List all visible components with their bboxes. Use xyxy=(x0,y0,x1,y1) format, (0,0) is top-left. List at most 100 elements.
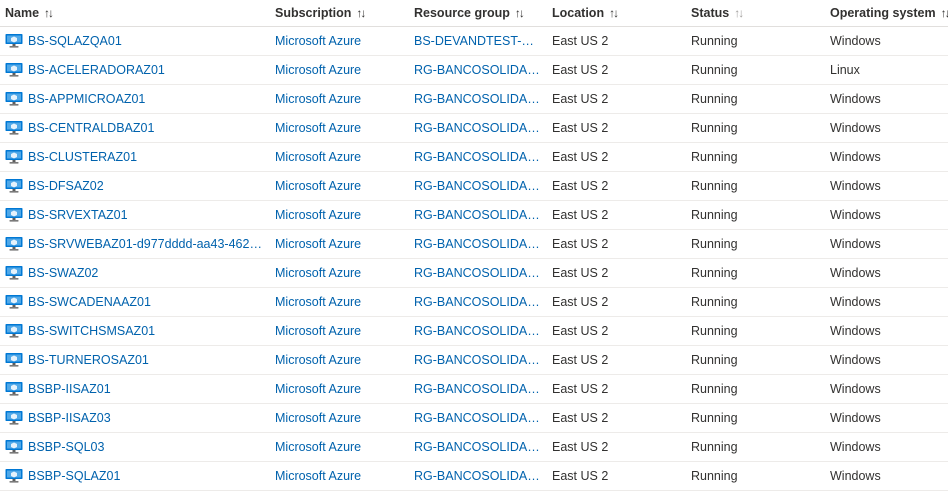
sort-icon[interactable]: ↑↓ xyxy=(609,6,619,20)
table-row[interactable]: BS-SWAZ02 Microsoft Azure RG-BANCOSOLIDA… xyxy=(0,259,948,288)
status-cell: Running xyxy=(691,433,823,461)
vm-name-link[interactable]: BS-ACELERADORAZ01 xyxy=(28,63,165,77)
table-row[interactable]: BSBP-SQLAZ01 Microsoft Azure RG-BANCOSOL… xyxy=(0,462,948,491)
resource-group-link[interactable]: RG-BANCOSOLIDARIO xyxy=(414,353,540,367)
subscription-link[interactable]: Microsoft Azure xyxy=(275,469,361,483)
sort-icon[interactable]: ↑↓ xyxy=(44,6,54,20)
subscription-link[interactable]: Microsoft Azure xyxy=(275,266,361,280)
vm-name-link[interactable]: BS-TURNEROSAZ01 xyxy=(28,353,149,367)
vm-name-link[interactable]: BS-SQLAZQA01 xyxy=(28,34,122,48)
table-row[interactable]: BS-SRVEXTAZ01 Microsoft Azure RG-BANCOSO… xyxy=(0,201,948,230)
subscription-link[interactable]: Microsoft Azure xyxy=(275,179,361,193)
status-text: Running xyxy=(691,469,738,483)
table-row[interactable]: BS-ACELERADORAZ01 Microsoft Azure RG-BAN… xyxy=(0,56,948,85)
sort-icon[interactable]: ↑↓ xyxy=(356,6,366,20)
location-cell: East US 2 xyxy=(552,201,684,229)
table-row[interactable]: BS-SQLAZQA01 Microsoft Azure BS-DEVANDTE… xyxy=(0,27,948,56)
os-cell: Windows xyxy=(830,288,948,316)
table-row[interactable]: BSBP-IISAZ01 Microsoft Azure RG-BANCOSOL… xyxy=(0,375,948,404)
sort-icon[interactable]: ↑↓ xyxy=(941,6,948,20)
subscription-link[interactable]: Microsoft Azure xyxy=(275,208,361,222)
resource-group-link[interactable]: RG-BANCOSOLIDARIO xyxy=(414,237,540,251)
resource-group-link[interactable]: RG-BANCOSOLIDARIO xyxy=(414,92,540,106)
resource-group-cell: BS-DEVANDTEST-BS-S... xyxy=(414,27,546,55)
table-row[interactable]: BS-APPMICROAZ01 Microsoft Azure RG-BANCO… xyxy=(0,85,948,114)
vm-name-link[interactable]: BSBP-SQL03 xyxy=(28,440,104,454)
vm-name-link[interactable]: BS-APPMICROAZ01 xyxy=(28,92,145,106)
resource-group-link[interactable]: RG-BANCOSOLIDARIO xyxy=(414,469,540,483)
subscription-cell: Microsoft Azure xyxy=(275,259,407,287)
table-row[interactable]: BS-SRVWEBAZ01-d977dddd-aa43-4621-a94... … xyxy=(0,230,948,259)
table-row[interactable]: BS-DFSAZ02 Microsoft Azure RG-BANCOSOLID… xyxy=(0,172,948,201)
subscription-link[interactable]: Microsoft Azure xyxy=(275,440,361,454)
resource-group-link[interactable]: RG-BANCOSOLIDARIO xyxy=(414,150,540,164)
resource-group-link[interactable]: RG-BANCOSOLIDARIO xyxy=(414,440,540,454)
resource-group-cell: RG-BANCOSOLIDARIO xyxy=(414,288,546,316)
column-header-status[interactable]: Status ↑↓ xyxy=(691,0,823,26)
os-text: Windows xyxy=(830,150,881,164)
subscription-link[interactable]: Microsoft Azure xyxy=(275,121,361,135)
subscription-link[interactable]: Microsoft Azure xyxy=(275,411,361,425)
vm-name-link[interactable]: BSBP-IISAZ03 xyxy=(28,411,111,425)
os-cell: Windows xyxy=(830,375,948,403)
resource-group-link[interactable]: RG-BANCOSOLIDARIO xyxy=(414,208,540,222)
resource-group-link[interactable]: RG-BANCOSOLIDARIO xyxy=(414,411,540,425)
location-cell: East US 2 xyxy=(552,288,684,316)
sort-icon[interactable]: ↑↓ xyxy=(515,6,525,20)
column-header-location[interactable]: Location ↑↓ xyxy=(552,0,684,26)
vm-name-link[interactable]: BS-SWITCHSMSAZ01 xyxy=(28,324,155,338)
vm-name-link[interactable]: BS-SRVWEBAZ01-d977dddd-aa43-4621-a94... xyxy=(28,237,268,251)
subscription-link[interactable]: Microsoft Azure xyxy=(275,324,361,338)
vm-name-link[interactable]: BS-CENTRALDBAZ01 xyxy=(28,121,154,135)
vm-name-link[interactable]: BSBP-SQLAZ01 xyxy=(28,469,120,483)
resource-group-link[interactable]: RG-BANCOSOLIDARIO xyxy=(414,266,540,280)
table-row[interactable]: BS-SWITCHSMSAZ01 Microsoft Azure RG-BANC… xyxy=(0,317,948,346)
status-cell: Running xyxy=(691,259,823,287)
status-text: Running xyxy=(691,266,738,280)
column-header-name[interactable]: Name ↑↓ xyxy=(5,0,269,26)
os-text: Windows xyxy=(830,411,881,425)
resource-group-link[interactable]: RG-BANCOSOLIDARIO xyxy=(414,179,540,193)
sort-icon[interactable]: ↑↓ xyxy=(734,6,744,20)
location-cell: East US 2 xyxy=(552,85,684,113)
subscription-cell: Microsoft Azure xyxy=(275,404,407,432)
virtual-machine-icon xyxy=(5,294,23,310)
vm-name-link[interactable]: BS-SWCADENAAZ01 xyxy=(28,295,151,309)
vm-name-link[interactable]: BSBP-IISAZ01 xyxy=(28,382,111,396)
column-header-operating-system[interactable]: Operating system ↑↓ xyxy=(830,0,948,26)
location-text: East US 2 xyxy=(552,440,609,454)
subscription-link[interactable]: Microsoft Azure xyxy=(275,150,361,164)
table-row[interactable]: BS-SWCADENAAZ01 Microsoft Azure RG-BANCO… xyxy=(0,288,948,317)
column-header-subscription[interactable]: Subscription ↑↓ xyxy=(275,0,407,26)
column-header-resource-group-label: Resource group xyxy=(414,6,510,20)
status-cell: Running xyxy=(691,462,823,490)
status-text: Running xyxy=(691,440,738,454)
resource-group-link[interactable]: BS-DEVANDTEST-BS-S... xyxy=(414,34,540,48)
vm-name-link[interactable]: BS-CLUSTERAZ01 xyxy=(28,150,137,164)
subscription-link[interactable]: Microsoft Azure xyxy=(275,34,361,48)
subscription-link[interactable]: Microsoft Azure xyxy=(275,92,361,106)
vm-name-link[interactable]: BS-SWAZ02 xyxy=(28,266,98,280)
table-row[interactable]: BSBP-SQL03 Microsoft Azure RG-BANCOSOLID… xyxy=(0,433,948,462)
vm-name-cell: BS-ACELERADORAZ01 xyxy=(5,56,269,84)
resource-group-link[interactable]: RG-BANCOSOLIDARIO xyxy=(414,295,540,309)
subscription-link[interactable]: Microsoft Azure xyxy=(275,63,361,77)
subscription-link[interactable]: Microsoft Azure xyxy=(275,295,361,309)
resource-group-link[interactable]: RG-BANCOSOLIDARIO xyxy=(414,63,540,77)
subscription-link[interactable]: Microsoft Azure xyxy=(275,353,361,367)
table-row[interactable]: BS-CLUSTERAZ01 Microsoft Azure RG-BANCOS… xyxy=(0,143,948,172)
resource-group-link[interactable]: RG-BANCOSOLIDARIO xyxy=(414,324,540,338)
virtual-machine-icon xyxy=(5,120,23,136)
resource-group-cell: RG-BANCOSOLIDARIO xyxy=(414,462,546,490)
table-row[interactable]: BS-CENTRALDBAZ01 Microsoft Azure RG-BANC… xyxy=(0,114,948,143)
table-row[interactable]: BS-TURNEROSAZ01 Microsoft Azure RG-BANCO… xyxy=(0,346,948,375)
subscription-link[interactable]: Microsoft Azure xyxy=(275,382,361,396)
resource-group-link[interactable]: RG-BANCOSOLIDARIO xyxy=(414,121,540,135)
vm-name-link[interactable]: BS-SRVEXTAZ01 xyxy=(28,208,128,222)
vm-name-link[interactable]: BS-DFSAZ02 xyxy=(28,179,104,193)
column-header-resource-group[interactable]: Resource group ↑↓ xyxy=(414,0,546,26)
subscription-link[interactable]: Microsoft Azure xyxy=(275,237,361,251)
table-row[interactable]: BSBP-IISAZ03 Microsoft Azure RG-BANCOSOL… xyxy=(0,404,948,433)
resource-group-link[interactable]: RG-BANCOSOLIDARIO xyxy=(414,382,540,396)
virtual-machine-icon xyxy=(5,207,23,223)
